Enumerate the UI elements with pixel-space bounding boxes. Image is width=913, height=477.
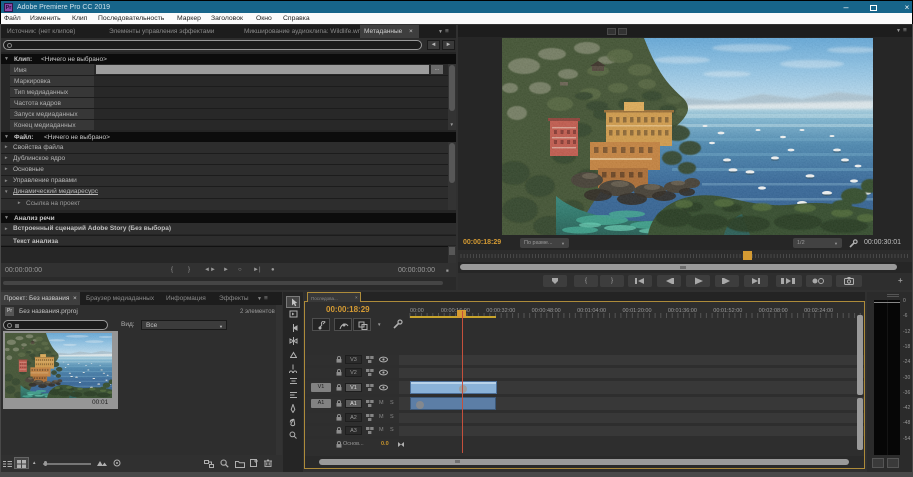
svg-text:00:00:48:00: 00:00:48:00 [532,308,561,314]
svg-text:00:02:24:00: 00:02:24:00 [804,308,833,314]
